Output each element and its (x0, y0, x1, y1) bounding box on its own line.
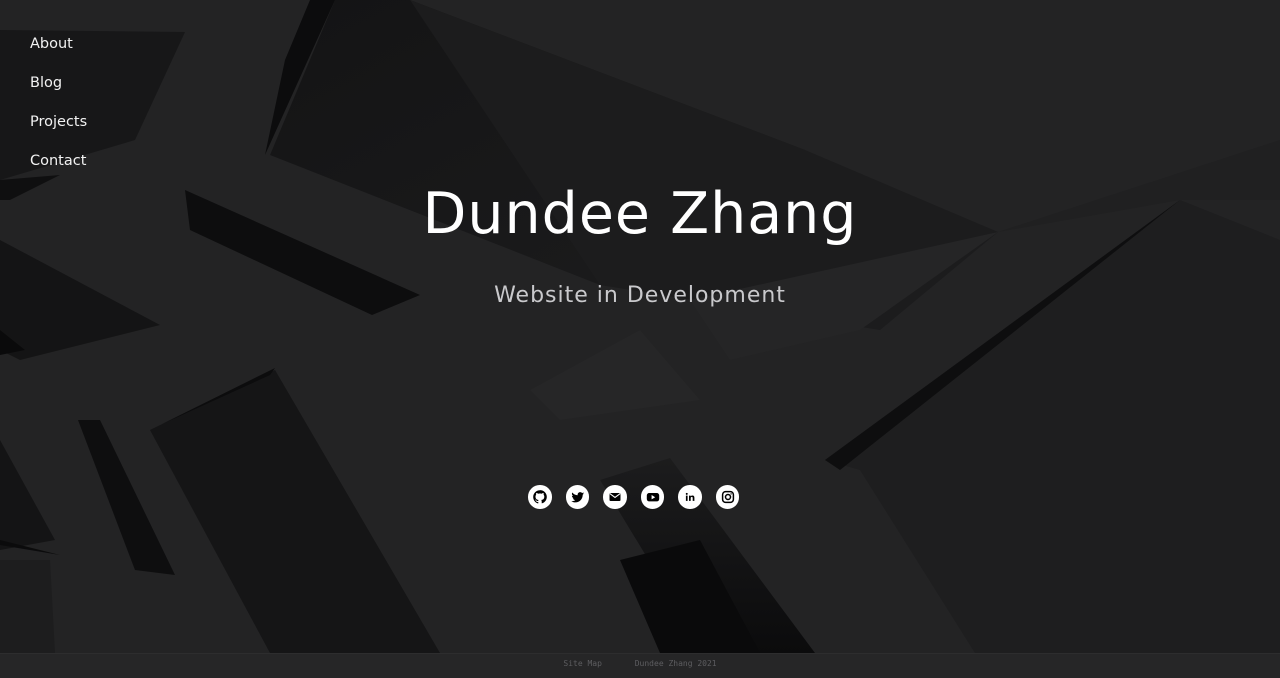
email-icon (609, 493, 621, 501)
nav-link-blog[interactable]: Blog (30, 72, 87, 111)
sitemap-link[interactable]: Site Map (563, 659, 602, 668)
page-subtitle: Website in Development (494, 283, 786, 308)
youtube-link[interactable] (640, 485, 664, 509)
abstract-background (0, 0, 1280, 653)
twitter-link[interactable] (565, 485, 589, 509)
nav-link-about[interactable]: About (30, 33, 87, 72)
social-links (528, 485, 739, 509)
github-link[interactable] (528, 485, 552, 509)
instagram-link[interactable] (715, 485, 739, 509)
page-title: Dundee Zhang (422, 181, 858, 247)
page: About Blog Projects Contact Dundee Zhang… (0, 0, 1280, 678)
copyright-text: Dundee Zhang 2021 (634, 659, 717, 668)
youtube-icon (646, 493, 659, 502)
hero-section: About Blog Projects Contact Dundee Zhang… (0, 0, 1280, 653)
linkedin-icon (685, 492, 695, 501)
nav-link-projects[interactable]: Projects (30, 111, 87, 150)
instagram-icon (721, 490, 734, 504)
linkedin-link[interactable] (678, 485, 702, 509)
footer: Site Map Dundee Zhang 2021 (0, 653, 1280, 678)
twitter-icon (570, 492, 584, 503)
main-nav: About Blog Projects Contact (30, 33, 87, 189)
email-link[interactable] (603, 485, 627, 509)
github-icon (533, 490, 547, 504)
